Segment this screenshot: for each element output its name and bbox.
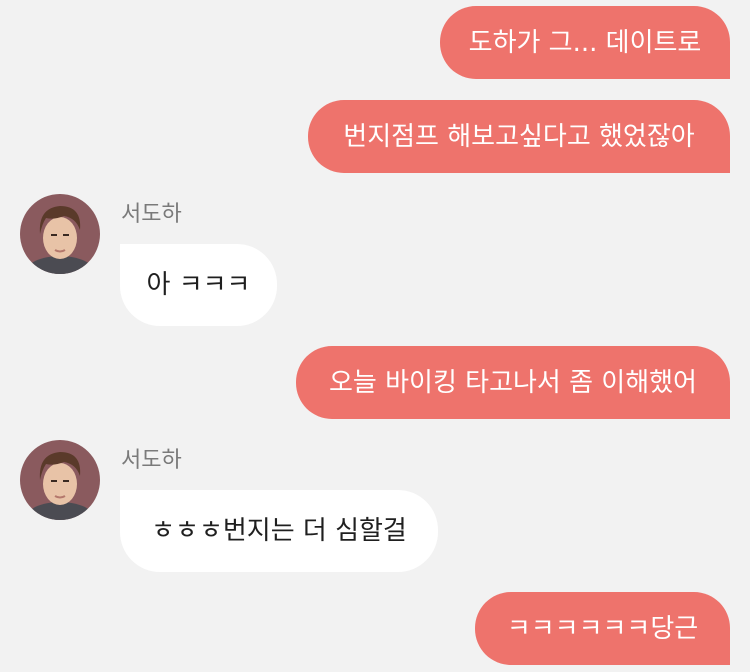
- sender-name: 서도하: [121, 202, 182, 227]
- avatar-image: [20, 194, 100, 274]
- message-text: 아 ㅋㅋㅋ: [146, 270, 251, 300]
- sender-name: 서도하: [121, 448, 182, 473]
- message-text: 오늘 바이킹 타고나서 좀 이해했어: [329, 367, 697, 398]
- outgoing-message-bubble[interactable]: 오늘 바이킹 타고나서 좀 이해했어: [296, 346, 730, 419]
- outgoing-message-bubble[interactable]: 도하가 그... 데이트로: [440, 6, 730, 79]
- message-text: ㅎㅎㅎ번지는 더 심할걸: [151, 516, 407, 546]
- outgoing-message-bubble[interactable]: ㅋㅋㅋㅋㅋㅋ당근: [475, 592, 730, 665]
- avatar-image: [20, 440, 100, 520]
- contact-avatar[interactable]: [20, 440, 100, 520]
- incoming-message-bubble[interactable]: 아 ㅋㅋㅋ: [120, 244, 277, 326]
- incoming-message-bubble[interactable]: ㅎㅎㅎ번지는 더 심할걸: [120, 490, 438, 572]
- contact-avatar[interactable]: [20, 194, 100, 274]
- message-text: ㅋㅋㅋㅋㅋㅋ당근: [506, 613, 699, 644]
- message-text: 도하가 그... 데이트로: [468, 27, 702, 58]
- outgoing-message-bubble[interactable]: 번지점프 해보고싶다고 했었잖아: [308, 100, 730, 173]
- message-text: 번지점프 해보고싶다고 했었잖아: [343, 121, 695, 152]
